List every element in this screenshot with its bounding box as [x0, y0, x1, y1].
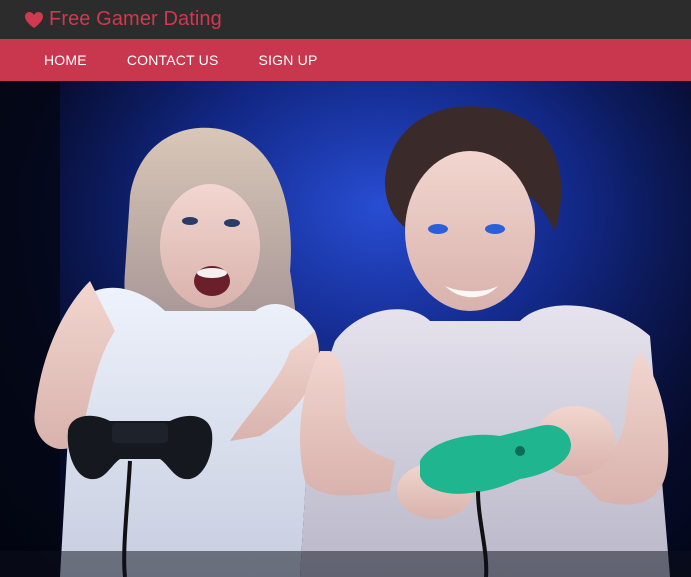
hero-image — [0, 81, 691, 577]
brand-name: Free Gamer Dating — [49, 8, 222, 30]
heart-icon — [25, 11, 43, 28]
nav-contact-us[interactable]: CONTACT US — [127, 52, 219, 68]
main-navigation: HOME CONTACT US SIGN UP — [0, 39, 691, 81]
hero-photo-illustration — [0, 81, 691, 577]
brand-logo-link[interactable]: Free Gamer Dating — [24, 8, 222, 31]
nav-sign-up[interactable]: SIGN UP — [259, 52, 318, 68]
nav-home[interactable]: HOME — [44, 52, 87, 68]
top-header: Free Gamer Dating — [0, 0, 691, 39]
